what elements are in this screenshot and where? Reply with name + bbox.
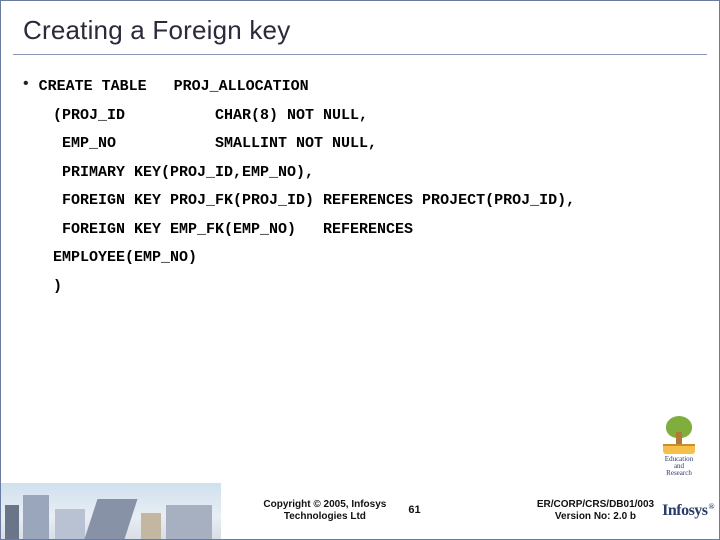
- footer-decorative-image: [1, 483, 221, 539]
- badge-text-3: Research: [653, 470, 705, 477]
- slide-footer: Copyright © 2005, Infosys Technologies L…: [1, 483, 719, 539]
- tree-book-icon: [659, 414, 699, 454]
- bullet-icon: •: [23, 73, 29, 95]
- education-research-badge: Education and Research: [653, 414, 705, 477]
- document-reference: ER/CORP/CRS/DB01/003 Version No: 2.0 b: [537, 499, 654, 524]
- code-line-8: ): [23, 273, 697, 302]
- code-line-2: (PROJ_ID CHAR(8) NOT NULL,: [23, 102, 697, 131]
- copyright-line-2: Technologies Ltd: [263, 511, 386, 524]
- slide: Creating a Foreign key • CREATE TABLE PR…: [0, 0, 720, 540]
- slide-body: • CREATE TABLE PROJ_ALLOCATION (PROJ_ID …: [1, 55, 719, 301]
- code-line-3: EMP_NO SMALLINT NOT NULL,: [23, 130, 697, 159]
- bullet-row: • CREATE TABLE PROJ_ALLOCATION: [23, 73, 697, 102]
- slide-number: 61: [408, 504, 420, 518]
- code-line-6: FOREIGN KEY EMP_FK(EMP_NO) REFERENCES: [23, 216, 697, 245]
- footer-right: ER/CORP/CRS/DB01/003 Version No: 2.0 b I…: [463, 499, 719, 524]
- docref-line-1: ER/CORP/CRS/DB01/003: [537, 499, 654, 512]
- infosys-logo: Infosys: [662, 501, 713, 521]
- code-line-5: FOREIGN KEY PROJ_FK(PROJ_ID) REFERENCES …: [23, 187, 697, 216]
- footer-center: Copyright © 2005, Infosys Technologies L…: [221, 499, 463, 524]
- copyright-line-1: Copyright © 2005, Infosys: [263, 499, 386, 512]
- copyright-text: Copyright © 2005, Infosys Technologies L…: [263, 499, 386, 524]
- docref-line-2: Version No: 2.0 b: [537, 511, 654, 524]
- slide-title: Creating a Foreign key: [1, 1, 719, 54]
- code-line-4: PRIMARY KEY(PROJ_ID,EMP_NO),: [23, 159, 697, 188]
- code-line-1: CREATE TABLE PROJ_ALLOCATION: [39, 73, 309, 102]
- code-line-7: EMPLOYEE(EMP_NO): [23, 244, 697, 273]
